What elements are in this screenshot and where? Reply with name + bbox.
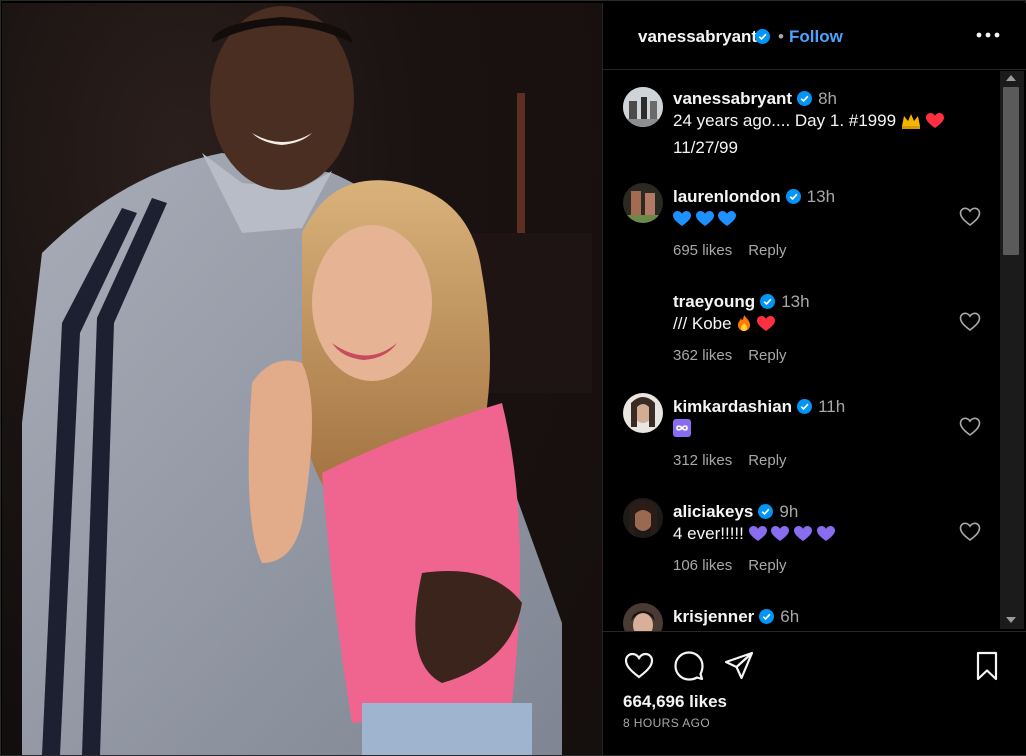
comment-username[interactable]: laurenlondon 13h — [673, 187, 835, 207]
comment-text — [673, 417, 973, 444]
comment-meta: 695 likes Reply — [673, 242, 787, 259]
scroll-up-icon[interactable] — [1006, 75, 1016, 81]
purple-heart-icon — [748, 525, 767, 549]
heart-icon[interactable] — [959, 417, 981, 437]
verified-icon — [755, 29, 770, 47]
comment-likes[interactable]: 106 likes — [673, 557, 732, 574]
comment-time: 9h — [779, 502, 799, 521]
heart-icon[interactable] — [959, 312, 981, 332]
post-side-panel: vanessabryant • Follow vanessabryant 8h 2… — [602, 3, 1026, 755]
red-heart-icon — [757, 315, 776, 339]
post-window: vanessabryant • Follow vanessabryant 8h 2… — [0, 0, 1026, 756]
comment-likes[interactable]: 312 likes — [673, 452, 732, 469]
verified-icon — [758, 502, 774, 521]
avatar[interactable] — [623, 288, 663, 328]
likes-count[interactable]: 664,696 likes — [623, 692, 727, 712]
post-timestamp: 8 HOURS AGO — [623, 716, 711, 730]
comment-meta: 362 likes Reply — [673, 347, 787, 364]
fire-icon — [736, 314, 752, 339]
reply-button[interactable]: Reply — [748, 557, 786, 574]
share-icon[interactable] — [723, 650, 755, 682]
comments-list[interactable]: vanessabryant 8h 24 years ago.... Day 1. … — [603, 71, 1001, 631]
scrollbar-thumb[interactable] — [1003, 87, 1019, 255]
header-username[interactable]: vanessabryant — [638, 27, 757, 47]
more-options-icon[interactable] — [973, 25, 1003, 45]
red-heart-icon — [925, 112, 944, 136]
reply-button[interactable]: Reply — [748, 347, 786, 364]
heart-icon[interactable] — [959, 522, 981, 542]
reply-button[interactable]: Reply — [748, 242, 786, 259]
comment-meta: 312 likes Reply — [673, 452, 787, 469]
comment-item: kimkardashian 11h 312 likes Reply — [603, 377, 1001, 482]
follow-button[interactable]: Follow — [789, 27, 843, 47]
infinity-icon — [673, 419, 691, 444]
comment-text-content: /// Kobe — [673, 314, 732, 333]
action-bar: 664,696 likes 8 HOURS AGO — [603, 631, 1026, 755]
caption-username[interactable]: vanessabryant 8h — [673, 89, 837, 109]
comment-time: 13h — [806, 187, 836, 206]
verified-icon — [760, 292, 776, 311]
verified-icon — [785, 187, 801, 206]
comment-item: laurenlondon 13h 695 likes Reply — [603, 167, 1001, 272]
blue-heart-icon — [695, 210, 714, 234]
comment-username[interactable]: traeyoung 13h — [673, 292, 810, 312]
heart-icon[interactable] — [959, 207, 981, 227]
comment-time: 6h — [780, 607, 800, 626]
purple-heart-icon — [816, 525, 835, 549]
bookmark-icon[interactable] — [971, 650, 1003, 682]
verified-icon — [797, 89, 813, 108]
blue-heart-icon — [718, 210, 737, 234]
verified-icon — [759, 607, 775, 626]
comment-item: traeyoung 13h /// Kobe 362 likes Reply — [603, 272, 1001, 377]
comment-text: /// Kobe — [673, 312, 973, 339]
caption: vanessabryant 8h 24 years ago.... Day 1. … — [603, 71, 1001, 176]
avatar[interactable] — [623, 498, 663, 538]
avatar[interactable] — [623, 393, 663, 433]
comment-likes[interactable]: 695 likes — [673, 242, 732, 259]
caption-text-line1: 24 years ago.... Day 1. #1999 — [673, 111, 897, 130]
comment-text-content: 4 ever!!!!! — [673, 524, 744, 543]
purple-heart-icon — [794, 525, 813, 549]
comment-username[interactable]: kimkardashian 11h — [673, 397, 845, 417]
comment-time: 11h — [818, 397, 846, 416]
comment-likes[interactable]: 362 likes — [673, 347, 732, 364]
caption-text: 24 years ago.... Day 1. #1999 11/27/99 — [673, 109, 973, 160]
blue-heart-icon — [673, 210, 691, 234]
comment-icon[interactable] — [673, 650, 705, 682]
avatar[interactable] — [623, 87, 663, 127]
reply-button[interactable]: Reply — [748, 452, 786, 469]
purple-heart-icon — [771, 525, 790, 549]
comment-item: aliciakeys 9h 4 ever!!!!! 106 likes Reply — [603, 482, 1001, 587]
post-photo[interactable] — [2, 3, 602, 755]
post-header: vanessabryant • Follow — [603, 3, 1026, 70]
comment-username[interactable]: krisjenner 6h — [673, 607, 799, 627]
comment-text: 4 ever!!!!! — [673, 522, 973, 549]
comment-username[interactable]: aliciakeys 9h — [673, 502, 798, 522]
header-separator: • — [778, 27, 784, 46]
comment-meta: 106 likes Reply — [673, 557, 787, 574]
comment-item: krisjenner 6h — [603, 587, 1001, 631]
photo-illustration — [22, 3, 602, 755]
crown-icon — [901, 112, 921, 136]
comment-time: 13h — [781, 292, 810, 311]
heart-icon[interactable] — [623, 650, 655, 682]
avatar[interactable] — [623, 603, 663, 631]
comments-scrollbar[interactable] — [1000, 71, 1024, 629]
comment-text — [673, 207, 973, 234]
caption-time: 8h — [818, 89, 837, 108]
avatar[interactable] — [623, 183, 663, 223]
caption-text-line2: 11/27/99 — [673, 138, 738, 157]
verified-icon — [797, 397, 813, 416]
scroll-down-icon[interactable] — [1006, 617, 1016, 623]
